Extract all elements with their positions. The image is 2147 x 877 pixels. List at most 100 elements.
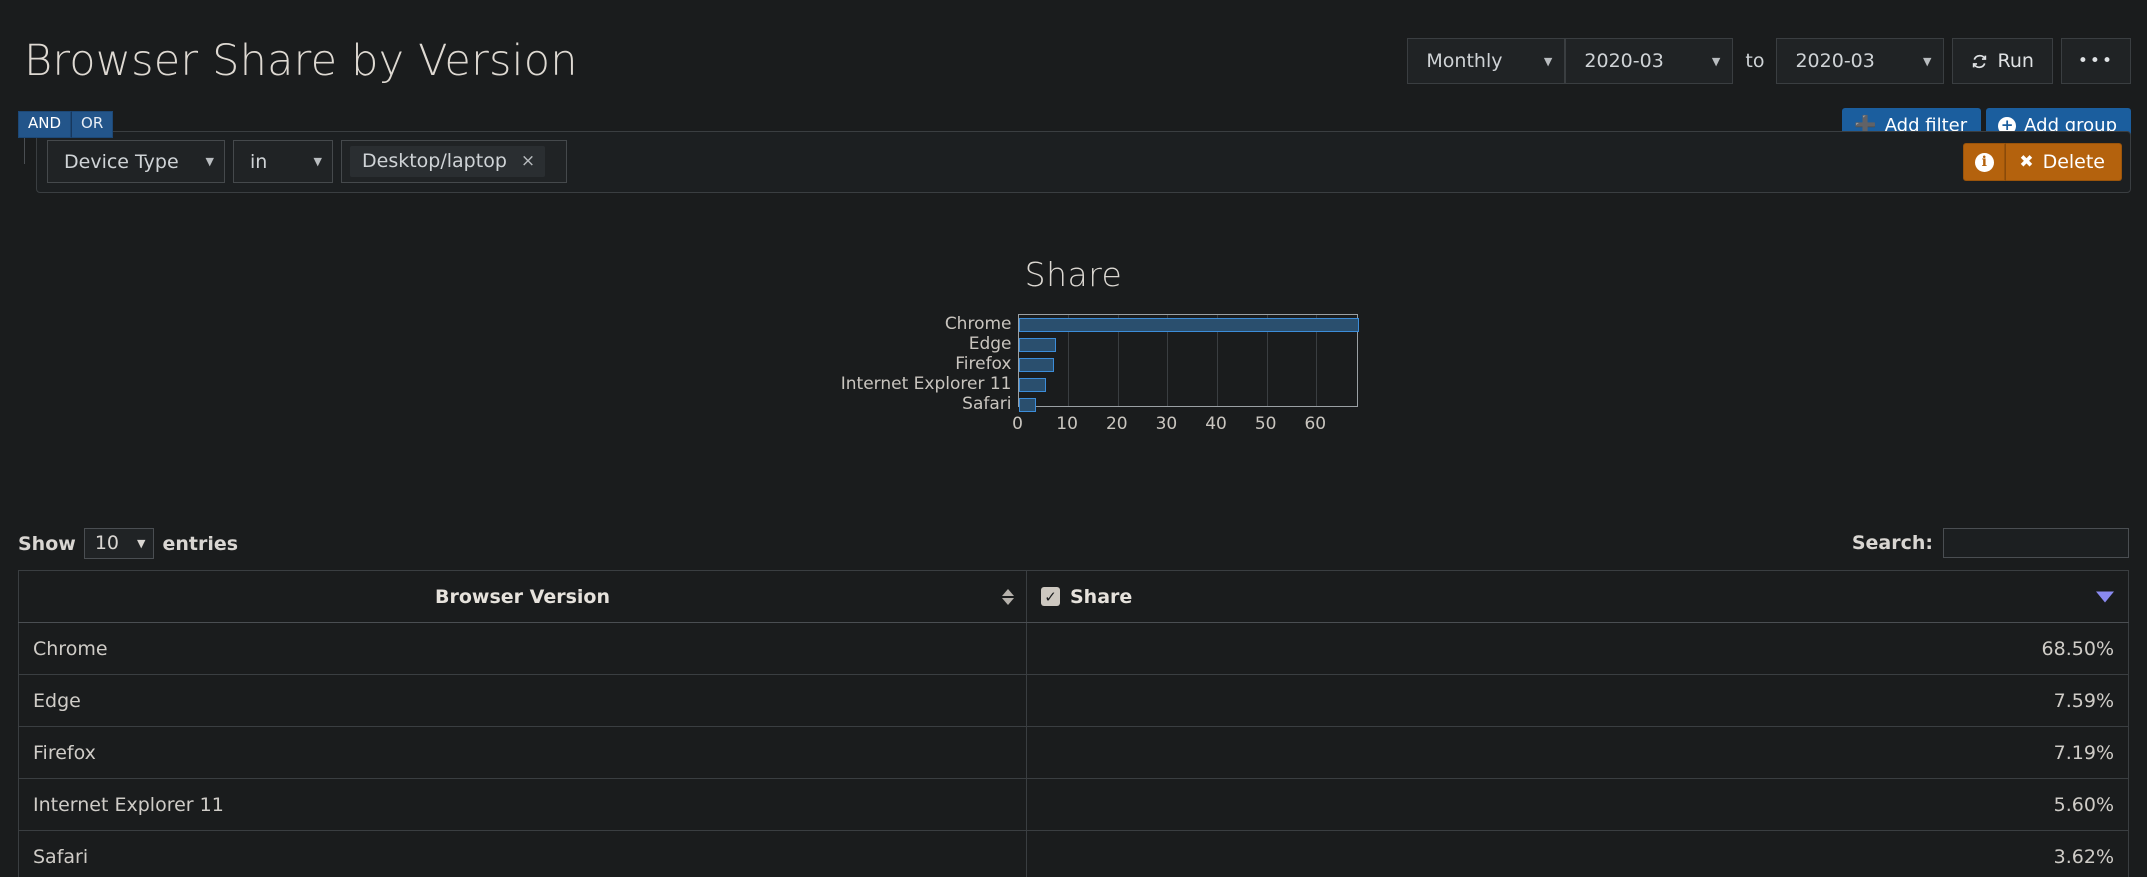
chevron-down-icon: ▼ [205, 155, 214, 168]
table-row[interactable]: Internet Explorer 11 5.60% [18, 778, 2129, 831]
chart-category-label: Safari [962, 394, 1012, 414]
chart-category-label: Firefox [955, 354, 1012, 374]
chevron-down-icon: ▼ [1543, 54, 1553, 68]
logic-toggle-group: AND OR [18, 111, 114, 138]
filter-info-button[interactable]: i [1963, 143, 2006, 181]
chart-x-tick-label: 40 [1205, 414, 1227, 434]
filter-delete-group: i ✖ Delete [1963, 143, 2122, 181]
cell-browser-version: Edge [18, 674, 1027, 727]
chart-x-tick-label: 50 [1254, 414, 1277, 434]
filter-row-controls: Device Type ▼ in ▼ Desktop/laptop × [47, 140, 567, 183]
chart-section: Share Chrome Edge Firefox Internet Explorer… [0, 255, 2147, 434]
search-input[interactable] [1943, 528, 2129, 558]
chart-x-tick-label: 20 [1105, 414, 1128, 434]
filter-field-value: Device Type [64, 150, 179, 173]
column-header-share-label: Share [1070, 585, 1133, 608]
chart-category-labels: Chrome Edge Firefox Internet Explorer 11 Saf… [790, 314, 1012, 414]
filter-operator-select[interactable]: in ▼ [233, 140, 333, 183]
cell-share: 7.59% [1026, 674, 2129, 727]
entries-per-page-value: 10 [94, 532, 120, 554]
date-range-to-label: to [1745, 50, 1765, 72]
chart-bar-row [1018, 375, 1357, 395]
logic-or-button[interactable]: OR [71, 111, 114, 138]
cell-browser-version: Internet Explorer 11 [18, 778, 1027, 831]
chart-x-tick-label: 0 [1012, 414, 1023, 434]
run-button[interactable]: Run [1952, 38, 2053, 84]
table-controls: Show 10 ▼ entries Search: [0, 528, 2147, 562]
search-label: Search: [1851, 532, 1933, 554]
refresh-icon [1973, 54, 1987, 68]
show-label: Show [18, 532, 76, 555]
info-icon: i [1974, 152, 1994, 172]
results-table: Browser Version ✓ Share Chrome 68.50% Edge… [18, 570, 2129, 877]
chart-bar-row [1018, 355, 1357, 375]
cell-share: 3.62% [1026, 830, 2129, 877]
share-column-checkbox[interactable]: ✓ [1041, 587, 1060, 606]
show-entries-control: Show 10 ▼ entries [18, 528, 238, 559]
table-row[interactable]: Chrome 68.50% [18, 622, 2129, 675]
close-icon[interactable]: × [521, 151, 535, 171]
table-header-row: Browser Version ✓ Share [18, 570, 2129, 623]
chart-bar[interactable] [1018, 378, 1047, 392]
filter-operator-value: in [250, 150, 268, 173]
sort-updown-icon[interactable] [1002, 588, 1014, 605]
period-select-value: Monthly [1426, 50, 1503, 72]
chart-category-label: Chrome [944, 314, 1012, 334]
column-header-share[interactable]: ✓ Share [1026, 570, 2129, 623]
filter-delete-label: Delete [2042, 151, 2105, 173]
table-row[interactable]: Edge 7.59% [18, 674, 2129, 727]
filter-value-tag-label: Desktop/laptop [362, 150, 507, 172]
sort-down-icon [1002, 597, 1014, 605]
chart-bar-row [1018, 315, 1359, 335]
x-icon: ✖ [2019, 152, 2034, 172]
table-head: Browser Version ✓ Share [18, 570, 2129, 623]
cell-share: 68.50% [1026, 622, 2129, 675]
chevron-down-icon: ▼ [137, 536, 146, 550]
chart-bar[interactable] [1018, 338, 1057, 352]
filter-value-tag: Desktop/laptop × [350, 146, 546, 177]
chart-title: Share [1024, 255, 1123, 294]
cell-browser-version: Firefox [18, 726, 1027, 779]
more-options-button[interactable]: ••• [2060, 38, 2131, 84]
table-search-control: Search: [1852, 528, 2129, 558]
column-header-browser-version-label: Browser Version [435, 585, 610, 608]
logic-and-button[interactable]: AND [18, 111, 72, 138]
filter-value-input[interactable]: Desktop/laptop × [341, 140, 567, 183]
page-title: Browser Share by Version [24, 36, 578, 86]
cell-share: 7.19% [1026, 726, 2129, 779]
ellipsis-icon: ••• [2077, 51, 2114, 71]
sort-up-icon [1002, 588, 1014, 596]
filter-field-select[interactable]: Device Type ▼ [47, 140, 225, 183]
filter-delete-button[interactable]: ✖ Delete [2005, 143, 2122, 181]
table-row[interactable]: Firefox 7.19% [18, 726, 2129, 779]
date-from-select[interactable]: 2020-03 ▼ [1565, 38, 1734, 84]
date-to-value: 2020-03 [1795, 50, 1875, 72]
chart-x-axis: 0 10 20 30 40 50 60 [1012, 410, 1358, 438]
chevron-down-icon: ▼ [1711, 54, 1721, 68]
chart-x-tick-label: 60 [1304, 414, 1327, 434]
date-to-select[interactable]: 2020-03 ▼ [1776, 38, 1945, 84]
table-row[interactable]: Safari 3.62% [18, 830, 2129, 877]
chart-bar-row [1018, 335, 1357, 355]
entries-label: entries [162, 532, 239, 555]
chart-x-tick-label: 30 [1155, 414, 1178, 434]
sort-desc-icon[interactable] [2096, 591, 2114, 602]
cell-share: 5.60% [1026, 778, 2129, 831]
filter-row: Device Type ▼ in ▼ Desktop/laptop × i ✖ … [36, 131, 2131, 193]
chart-bars [1018, 315, 1359, 412]
chart-category-label: Edge [968, 334, 1012, 354]
period-select[interactable]: Monthly ▼ [1407, 38, 1566, 84]
chart-bar[interactable] [1018, 358, 1055, 372]
chevron-down-icon: ▼ [313, 155, 322, 168]
chart-plot-area [1017, 314, 1359, 412]
chart-x-tick-label: 10 [1056, 414, 1078, 434]
run-button-label: Run [1997, 50, 2034, 72]
entries-per-page-select[interactable]: 10 ▼ [83, 528, 155, 559]
table-body: Chrome 68.50% Edge 7.59% Firefox 7.19% Interne… [18, 622, 2129, 877]
cell-browser-version: Chrome [18, 622, 1027, 675]
chevron-down-icon: ▼ [1923, 54, 1932, 68]
date-from-value: 2020-03 [1584, 50, 1664, 72]
column-header-browser-version[interactable]: Browser Version [18, 570, 1027, 623]
chart-category-label: Internet Explorer 11 [840, 374, 1012, 394]
chart-bar[interactable] [1018, 318, 1359, 332]
